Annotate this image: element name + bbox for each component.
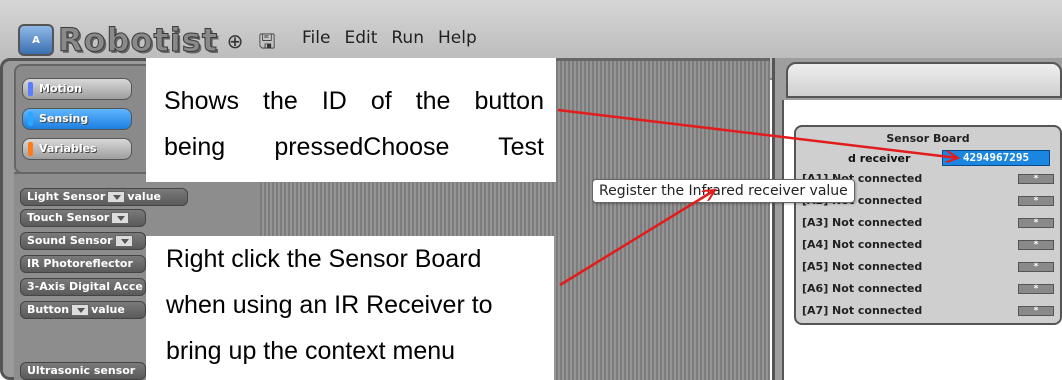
annotation-line: being pressedChoose Test: [164, 133, 544, 161]
category-sensing[interactable]: Sensing: [22, 108, 132, 130]
block-3axis-accel[interactable]: 3-Axis Digital Acce: [20, 278, 146, 296]
ir-receiver-value: 4294967295: [942, 150, 1050, 166]
menu-help[interactable]: Help: [438, 28, 477, 48]
block-touch-sensor[interactable]: Touch Sensor: [20, 209, 146, 227]
logo-badge: A: [18, 24, 54, 56]
sensor-row-label: [A4] Not connected: [802, 238, 923, 251]
sensor-value-box: *: [1018, 240, 1054, 250]
menu-bar: File Edit Run Help: [302, 28, 477, 48]
sensor-value-box: *: [1018, 196, 1054, 206]
annotation-line: bring up the context menu: [166, 337, 456, 365]
globe-icon[interactable]: ⊕: [224, 30, 246, 52]
block-label: IR Photoreflector: [27, 257, 133, 270]
sensor-board-title: Sensor Board: [886, 132, 970, 145]
block-sound-sensor[interactable]: Sound Sensor: [20, 232, 146, 250]
block-label: 3-Axis Digital Acce: [27, 280, 143, 293]
annotation-line: Right click the Sensor Board: [166, 245, 482, 273]
category-color-marker: [28, 82, 33, 96]
block-label: Light Sensor: [27, 190, 106, 203]
block-label: Button: [27, 303, 70, 316]
block-light-sensor[interactable]: Light Sensor value: [20, 188, 188, 206]
dropdown-arrow-icon[interactable]: [111, 212, 130, 224]
sensor-row-label: [A5] Not connected: [802, 260, 923, 273]
sensor-row: [A6] Not connected *: [802, 281, 1054, 297]
sensor-value-box: *: [1018, 284, 1054, 294]
sensor-value-box: *: [1018, 306, 1054, 316]
category-label: Variables: [39, 142, 97, 155]
app-logo: A Robotist: [18, 18, 218, 62]
dropdown-arrow-icon[interactable]: [107, 191, 126, 203]
category-label: Motion: [39, 82, 82, 95]
category-variables[interactable]: Variables: [22, 138, 132, 160]
sensor-row: [A4] Not connected *: [802, 237, 1054, 253]
stage-header: [786, 62, 1062, 98]
dropdown-arrow-icon[interactable]: [114, 235, 133, 247]
sensor-row-label: [A6] Not connected: [802, 282, 923, 295]
context-menu-item[interactable]: Register the Infrared receiver value: [592, 179, 855, 203]
block-label: Sound Sensor: [27, 234, 113, 247]
logo-text: Robotist: [57, 21, 219, 60]
menu-run[interactable]: Run: [391, 28, 424, 48]
block-ultrasonic-sensor[interactable]: Ultrasonic sensor: [20, 362, 146, 380]
category-color-marker: [28, 112, 33, 126]
ir-receiver-label: d receiver: [848, 152, 911, 165]
sensor-board[interactable]: Sensor Board d receiver 4294967295 [A1] …: [794, 125, 1062, 325]
sensor-row: [A5] Not connected *: [802, 259, 1054, 275]
block-ir-photoreflector[interactable]: IR Photoreflector: [20, 255, 146, 273]
annotation-top: Shows the ID of the button being pressed…: [146, 58, 556, 182]
dropdown-arrow-icon[interactable]: [71, 304, 90, 316]
block-suffix: value: [91, 303, 125, 316]
annotation-line: Shows the ID of the button: [164, 87, 544, 115]
category-motion[interactable]: Motion: [22, 78, 132, 100]
block-label: Touch Sensor: [27, 211, 110, 224]
category-label: Sensing: [39, 112, 89, 125]
sensor-row-label: [A7] Not connected: [802, 304, 923, 317]
block-button-value[interactable]: Button value: [20, 301, 146, 319]
save-icon[interactable]: 🖫: [256, 30, 278, 52]
sensor-row: [A7] Not connected *: [802, 303, 1054, 319]
annotation-bottom: Right click the Sensor Board when using …: [146, 236, 554, 380]
sensor-value-box: *: [1018, 218, 1054, 228]
sensor-value-box: *: [1018, 262, 1054, 272]
sensor-row: [A3] Not connected *: [802, 215, 1054, 231]
category-color-marker: [28, 142, 33, 156]
block-suffix: value: [127, 190, 161, 203]
sensor-row-label: [A3] Not connected: [802, 216, 923, 229]
annotation-line: when using an IR Receiver to: [166, 291, 493, 319]
menu-file[interactable]: File: [302, 28, 330, 48]
sensor-value-box: *: [1018, 174, 1054, 184]
block-label: Ultrasonic sensor: [27, 364, 136, 377]
menu-edit[interactable]: Edit: [344, 28, 377, 48]
